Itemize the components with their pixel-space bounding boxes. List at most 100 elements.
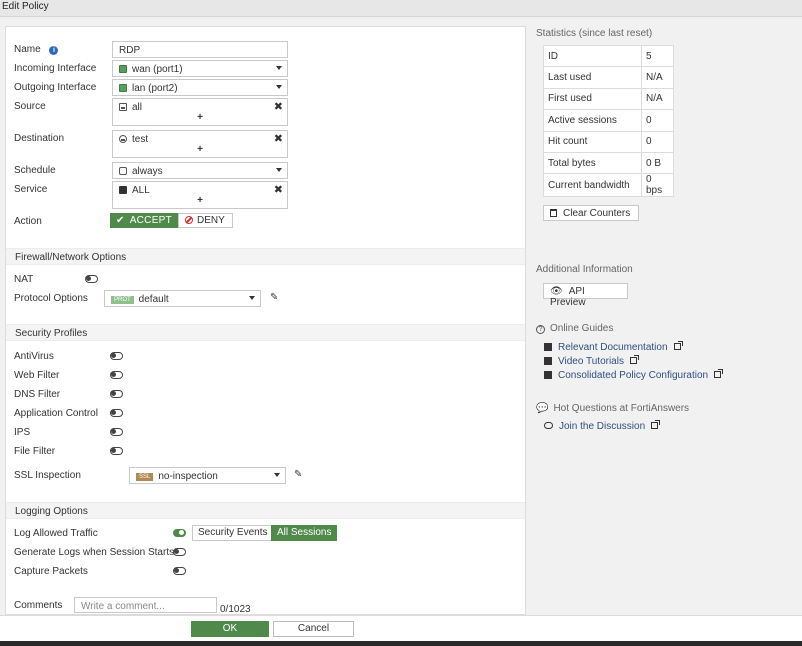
question-circle-icon: ? [536, 325, 545, 334]
comment-icon [544, 422, 553, 429]
online-guides-title: ? Online Guides [536, 323, 613, 334]
external-link-icon [714, 369, 724, 378]
info-icon[interactable]: i [49, 46, 59, 55]
ips-label: IPS [14, 427, 31, 438]
chevron-down-icon [249, 296, 255, 300]
address-group-icon [119, 135, 127, 143]
deny-button[interactable]: DENY [178, 213, 233, 228]
remove-icon[interactable]: ✖ [274, 100, 283, 113]
name-label: Name i [14, 44, 59, 55]
stat-value: 5 [641, 44, 674, 68]
additional-info-title: Additional Information [536, 264, 633, 275]
video-tutorials-link[interactable]: Video Tutorials [544, 355, 639, 367]
edit-pencil-icon[interactable]: ✎ [270, 292, 278, 303]
book-icon [544, 343, 552, 351]
external-link-icon [651, 420, 661, 429]
accept-button[interactable]: ✔ ACCEPT [110, 213, 178, 228]
network-port-icon [119, 65, 127, 73]
destination-field[interactable]: test ✖ + [112, 130, 288, 158]
stat-value: 0 [641, 109, 674, 132]
comments-icon: 💬 [536, 403, 549, 414]
stat-key: Active sessions [543, 109, 642, 132]
policy-form-panel: Name i RDP Incoming Interface wan (port1… [5, 26, 526, 615]
ok-button[interactable]: OK [191, 621, 269, 637]
schedule-icon [119, 167, 127, 175]
comment-char-count: 0/1023 [220, 604, 251, 615]
video-icon [544, 357, 552, 365]
all-sessions-option[interactable]: All Sessions [271, 525, 338, 541]
stat-key: Hit count [543, 130, 642, 153]
join-discussion-link[interactable]: Join the Discussion [544, 420, 661, 432]
antivirus-toggle[interactable] [110, 352, 123, 360]
chevron-down-icon [274, 473, 280, 477]
taskbar [0, 641, 802, 646]
application-control-toggle[interactable] [110, 409, 123, 417]
statistics-table: ID 5 Last used N/A First used N/A Active se… [543, 44, 674, 198]
name-input[interactable]: RDP [112, 41, 288, 58]
external-link-icon [629, 355, 639, 364]
hot-questions-title: 💬 Hot Questions at FortiAnswers [536, 403, 690, 414]
generate-logs-session-start-toggle[interactable] [173, 548, 186, 556]
external-link-icon [673, 341, 683, 350]
outgoing-interface-select[interactable]: lan (port2) [112, 79, 288, 96]
table-row: Hit count 0 [543, 130, 674, 153]
eye-icon: 👁 [550, 286, 563, 297]
schedule-select[interactable]: always [112, 162, 288, 179]
comments-label: Comments [14, 600, 63, 611]
nat-toggle[interactable] [85, 275, 98, 283]
service-field[interactable]: ALL ✖ + [112, 181, 288, 209]
web-filter-toggle[interactable] [110, 371, 123, 379]
destination-label: Destination [14, 133, 65, 144]
destination-entry: test [119, 134, 148, 145]
stat-key: Last used [543, 66, 642, 89]
stat-value: 0 B [641, 151, 674, 175]
incoming-interface-select[interactable]: wan (port1) [112, 60, 288, 77]
prot-badge: PROT [111, 296, 134, 304]
stat-key: First used [543, 87, 642, 111]
protocol-options-label: Protocol Options [14, 293, 88, 304]
clear-counters-button[interactable]: Clear Counters [543, 205, 639, 221]
web-filter-label: Web Filter [14, 370, 60, 381]
add-icon[interactable]: + [197, 144, 203, 155]
table-row: Current bandwidth 0 bps [543, 173, 674, 198]
table-row: First used N/A [543, 87, 674, 111]
stat-key: Current bandwidth [543, 173, 642, 198]
ssl-badge: SSL [136, 473, 154, 481]
trash-icon [550, 209, 557, 217]
protocol-options-select[interactable]: PROT default [104, 290, 261, 307]
security-events-option[interactable]: Security Events [192, 525, 274, 541]
table-row: Active sessions 0 [543, 109, 674, 132]
service-entry: ALL [119, 185, 150, 196]
capture-packets-toggle[interactable] [173, 567, 186, 575]
source-field[interactable]: all ✖ + [112, 98, 288, 126]
remove-icon[interactable]: ✖ [274, 132, 283, 145]
stat-key: ID [543, 44, 642, 68]
remove-icon[interactable]: ✖ [274, 183, 283, 196]
log-allowed-traffic-toggle[interactable] [173, 529, 186, 537]
logging-section-header: Logging Options [6, 502, 525, 519]
ips-toggle[interactable] [110, 428, 123, 436]
file-filter-toggle[interactable] [110, 447, 123, 455]
network-port-icon [119, 84, 127, 92]
schedule-label: Schedule [14, 165, 56, 176]
edit-pencil-icon[interactable]: ✎ [294, 469, 302, 480]
stat-value: 0 [641, 130, 674, 153]
chevron-down-icon [276, 85, 282, 89]
comments-textarea[interactable]: Write a comment... [74, 597, 217, 613]
application-control-label: Application Control [14, 408, 98, 419]
add-icon[interactable]: + [197, 195, 203, 206]
table-row: Last used N/A [543, 66, 674, 89]
add-icon[interactable]: + [197, 112, 203, 123]
dns-filter-label: DNS Filter [14, 389, 61, 400]
consolidated-policy-configuration-link[interactable]: Consolidated Policy Configuration [544, 369, 724, 381]
cancel-button[interactable]: Cancel [273, 621, 354, 637]
incoming-interface-label: Incoming Interface [14, 63, 97, 74]
api-preview-button[interactable]: 👁 API Preview [543, 283, 628, 308]
dialog-title: Edit Policy [0, 0, 802, 17]
relevant-documentation-link[interactable]: Relevant Documentation [544, 341, 683, 353]
stat-value: N/A [641, 87, 674, 111]
ssl-inspection-select[interactable]: SSL no-inspection [129, 467, 286, 484]
dns-filter-toggle[interactable] [110, 390, 123, 398]
ssl-inspection-label: SSL Inspection [14, 470, 81, 481]
security-profiles-section-header: Security Profiles [6, 324, 525, 341]
